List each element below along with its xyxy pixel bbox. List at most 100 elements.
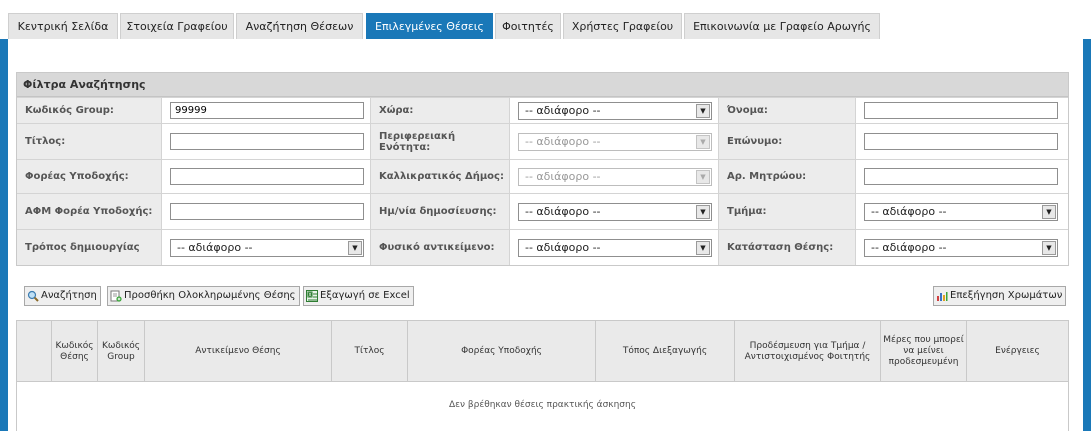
physical-object-select-value: -- αδιάφορο -- [525,240,601,254]
position-status-cell: -- αδιάφορο -- ▼ [855,230,1068,265]
search-button[interactable]: Αναζήτηση [24,286,101,306]
top-nav: Κεντρική Σελίδα Στοιχεία Γραφείου Αναζήτ… [0,0,1091,44]
filter-row: Τίτλος: Περιφερειακή Ενότητα: -- αδιάφορ… [17,123,1068,159]
tab-search-positions[interactable]: Αναζήτηση Θέσεων [236,13,363,39]
chevron-down-icon: ▼ [348,240,362,255]
host-afm-input[interactable] [170,203,364,220]
department-label: Τμήμα: [718,194,855,229]
creation-method-cell: -- αδιάφορο -- ▼ [161,230,370,265]
region-label: Περιφερειακή Ενότητα: [370,124,509,159]
title-input[interactable] [170,133,364,150]
grid-col-position-code[interactable]: Κωδικός Θέσης [52,321,98,382]
position-status-select-value: -- αδιάφορο -- [871,240,947,254]
physical-object-cell: -- αδιάφορο -- ▼ [509,230,718,265]
chevron-down-icon: ▼ [696,103,710,118]
last-name-cell [855,124,1068,159]
grid-empty-message: Δεν βρέθηκαν θέσεις πρακτικής άσκησης [448,400,636,410]
physical-object-label: Φυσικό αντικείμενο: [370,230,509,265]
tab-home[interactable]: Κεντρική Σελίδα [8,13,118,39]
grid-header: Κωδικός Θέσης Κωδικός Group Αντικείμενο … [17,321,1068,382]
title-cell [161,124,370,159]
tab-office-details[interactable]: Στοιχεία Γραφείου [120,13,234,39]
filter-row: ΑΦΜ Φορέα Υποδοχής: Ημ/νία δημοσίευσης: … [17,193,1068,229]
municipality-select-value: -- αδιάφορο -- [525,169,601,183]
chevron-down-icon: ▼ [1042,240,1056,255]
registry-no-cell [855,160,1068,193]
grid-col-host[interactable]: Φορέας Υποδοχής [408,321,596,382]
grid-col-select [17,321,52,382]
physical-object-select[interactable]: -- αδιάφορο -- ▼ [518,238,712,257]
municipality-cell: -- αδιάφορο -- ▼ [509,160,718,193]
first-name-input[interactable] [864,102,1058,119]
title-label: Τίτλος: [17,124,161,159]
first-name-cell [855,98,1068,123]
creation-method-label: Τρόπος δημιουργίας [17,230,161,265]
results-grid: Κωδικός Θέσης Κωδικός Group Αντικείμενο … [16,320,1069,431]
host-afm-cell [161,194,370,229]
group-code-input[interactable] [170,102,364,119]
color-legend-button[interactable]: Επεξήγηση Χρωμάτων [933,286,1067,306]
registry-no-input[interactable] [864,168,1058,185]
bar-chart-icon [936,290,948,302]
region-select-value: -- αδιάφορο -- [525,134,601,148]
host-label: Φορέας Υποδοχής: [17,160,161,193]
last-name-label: Επώνυμο: [718,124,855,159]
excel-icon: X [306,290,318,302]
filters-title: Φίλτρα Αναζήτησης [17,73,1068,97]
region-cell: -- αδιάφορο -- ▼ [509,124,718,159]
last-name-input[interactable] [864,133,1058,150]
first-name-label: Όνομα: [718,98,855,123]
registry-no-label: Αρ. Μητρώου: [718,160,855,193]
creation-method-select[interactable]: -- αδιάφορο -- ▼ [170,238,364,257]
municipality-label: Καλλικρατικός Δήμος: [370,160,509,193]
publish-date-select-value: -- αδιάφορο -- [525,204,601,218]
magnifier-icon [27,290,39,302]
grid-col-actions: Ενέργειες [995,346,1040,356]
position-status-label: Κατάσταση Θέσης: [718,230,855,265]
country-label: Χώρα: [370,98,509,123]
grid-col-position-object[interactable]: Αντικείμενο Θέσης [145,321,332,382]
grid-col-group-code[interactable]: Κωδικός Group [98,321,145,382]
filter-row: Κωδικός Group: Χώρα: -- αδιάφορο -- ▼ Όνο… [17,97,1068,123]
group-code-label: Κωδικός Group: [17,98,161,123]
host-cell [161,160,370,193]
publish-date-select[interactable]: -- αδιάφορο -- ▼ [518,202,712,221]
creation-method-select-value: -- αδιάφορο -- [177,240,253,254]
add-completed-position-button[interactable]: Προσθήκη Ολοκληρωμένης Θέσης [107,286,300,306]
export-excel-button[interactable]: X Εξαγωγή σε Excel [303,286,414,306]
department-select-value: -- αδιάφορο -- [871,204,947,218]
municipality-select[interactable]: -- αδιάφορο -- ▼ [518,167,712,186]
host-input[interactable] [170,168,364,185]
tab-helpdesk-contact[interactable]: Επικοινωνία με Γραφείο Αρωγής [684,13,880,39]
filter-row: Τρόπος δημιουργίας -- αδιάφορο -- ▼ Φυσικ… [17,229,1068,265]
add-completed-position-label: Προσθήκη Ολοκληρωμένης Θέσης [124,290,296,301]
chevron-down-icon: ▼ [696,204,710,219]
tab-selected-positions[interactable]: Επιλεγμένες Θέσεις [366,13,493,39]
color-legend-label: Επεξήγηση Χρωμάτων [950,290,1063,301]
department-cell: -- αδιάφορο -- ▼ [855,194,1068,229]
tab-office-users[interactable]: Χρήστες Γραφείου [563,13,682,39]
country-select[interactable]: -- αδιάφορο -- ▼ [518,101,712,120]
group-code-cell [161,98,370,123]
grid-col-location[interactable]: Τόπος Διεξαγωγής [596,321,735,382]
add-document-icon [110,290,122,302]
export-excel-label: Εξαγωγή σε Excel [320,290,410,301]
publish-date-label: Ημ/νία δημοσίευσης: [370,194,509,229]
country-cell: -- αδιάφορο -- ▼ [509,98,718,123]
grid-col-title[interactable]: Τίτλος [332,321,408,382]
svg-text:X: X [308,293,312,299]
chevron-down-icon: ▼ [696,169,710,184]
country-select-value: -- αδιάφορο -- [525,103,601,117]
grid-col-reservation[interactable]: Προδέσμευση για Τμήμα / Αντιστοιχισμένος… [735,321,881,382]
grid-col-reserved-days[interactable]: Μέρες που μπορεί να μείνει προδεσμευμένη [881,321,967,382]
tab-students[interactable]: Φοιτητές [495,13,561,39]
position-status-select[interactable]: -- αδιάφορο -- ▼ [864,238,1058,257]
department-select[interactable]: -- αδιάφορο -- ▼ [864,202,1058,221]
host-afm-label: ΑΦΜ Φορέα Υποδοχής: [17,194,161,229]
chevron-down-icon: ▼ [696,134,710,149]
chevron-down-icon: ▼ [1042,204,1056,219]
region-select[interactable]: -- αδιάφορο -- ▼ [518,132,712,151]
search-filters: Φίλτρα Αναζήτησης Κωδικός Group: Χώρα: -… [16,72,1069,266]
publish-date-cell: -- αδιάφορο -- ▼ [509,194,718,229]
chevron-down-icon: ▼ [696,240,710,255]
